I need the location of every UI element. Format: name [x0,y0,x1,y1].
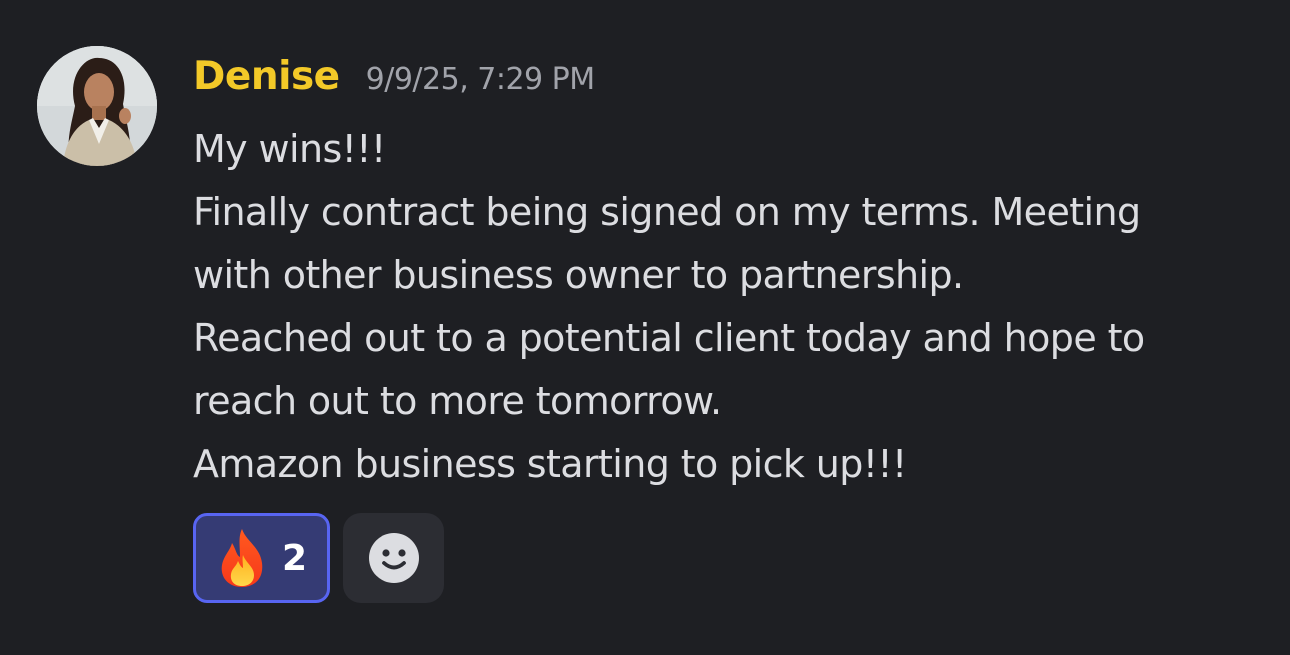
timestamp: 9/9/25, 7:29 PM [365,62,596,97]
add-reaction-button[interactable] [343,513,444,603]
message-line: with other business owner to partnership… [193,253,964,297]
smiley-face-icon [368,532,420,584]
fire-icon [216,527,268,589]
avatar[interactable] [37,46,157,166]
message-header: Denise 9/9/25, 7:29 PM [193,54,595,104]
message-line: Reached out to a potential client today … [193,316,1145,360]
message-line: Amazon business starting to pick up!!! [193,442,907,486]
message-line: Finally contract being signed on my term… [193,190,1141,234]
message-line: My wins!!! [193,127,386,171]
message-content: My wins!!! Finally contract being signed… [193,118,1273,496]
username[interactable]: Denise [193,54,340,99]
reactions-bar: 2 [193,513,444,603]
reaction-count: 2 [282,537,308,579]
message-line: reach out to more tomorrow. [193,379,722,423]
chat-message: Denise 9/9/25, 7:29 PM My wins!!! Finall… [0,0,1290,655]
fire-reaction-button[interactable]: 2 [193,513,330,603]
